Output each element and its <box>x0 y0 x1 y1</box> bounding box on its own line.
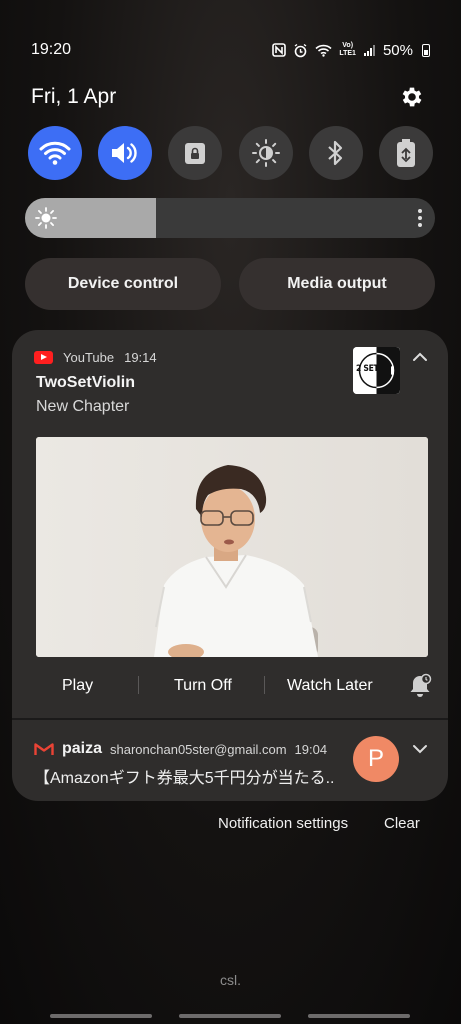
status-time: 19:20 <box>31 41 72 58</box>
snooze-bell-icon[interactable] <box>408 673 432 699</box>
eye-comfort-toggle[interactable] <box>238 126 293 180</box>
status-icons: Vo) LTE1 50% <box>272 42 430 59</box>
youtube-notification[interactable]: YouTube 19:14 TwoSetViolin New Chapter 2… <box>12 330 448 718</box>
sound-icon <box>112 143 137 163</box>
action-separator <box>264 676 265 694</box>
nav-bar-left[interactable] <box>50 1014 152 1018</box>
gmail-notification[interactable]: paiza sharonchan05ster@gmail.com 19:04 【… <box>12 720 448 801</box>
youtube-notification-title: TwoSetViolin <box>36 374 135 391</box>
brightness-slider[interactable] <box>25 198 435 238</box>
brightness-sun-icon <box>35 207 57 229</box>
battery-percent: 50% <box>382 41 413 59</box>
clear-button[interactable]: Clear <box>384 815 420 832</box>
gmail-sender: paiza <box>62 740 103 757</box>
action-separator <box>138 676 139 694</box>
wifi-status-icon <box>315 44 332 57</box>
nav-bar-center[interactable] <box>179 1014 281 1018</box>
channel-avatar: 2 SET <box>353 347 400 394</box>
bluetooth-icon <box>328 140 342 166</box>
youtube-notification-text: New Chapter <box>36 398 130 415</box>
youtube-logo-icon <box>34 351 53 364</box>
youtube-notification-time: 19:14 <box>124 350 157 365</box>
notification-group: YouTube 19:14 TwoSetViolin New Chapter 2… <box>12 330 448 801</box>
lock-rotation-icon <box>185 143 206 164</box>
carrier-label: csl. <box>220 972 241 988</box>
wifi-toggle[interactable] <box>28 126 82 180</box>
gmail-preview-text: 【Amazonギフト券最大5千円分が当たる.. <box>34 770 335 787</box>
video-thumbnail[interactable] <box>36 437 428 657</box>
gmail-header-row: paiza sharonchan05ster@gmail.com 19:04 <box>34 740 327 758</box>
quick-settings-row <box>28 126 433 180</box>
watch-later-action[interactable]: Watch Later <box>287 677 373 695</box>
rotation-lock-toggle[interactable] <box>168 126 223 180</box>
alarm-icon <box>293 43 308 58</box>
eye-comfort-icon <box>251 139 280 167</box>
expand-chevron-icon[interactable] <box>412 744 428 754</box>
gmail-icon <box>34 743 54 755</box>
collapse-chevron-icon[interactable] <box>412 352 428 362</box>
brightness-more-icon[interactable] <box>417 209 423 227</box>
date-row: Fri, 1 Apr <box>31 82 425 112</box>
nav-bar-right[interactable] <box>308 1014 410 1018</box>
device-control-button[interactable]: Device control <box>25 258 221 310</box>
wifi-icon <box>39 141 71 165</box>
bluetooth-toggle[interactable] <box>308 126 363 180</box>
youtube-app-row: YouTube 19:14 <box>34 350 157 365</box>
power-saving-toggle[interactable] <box>378 126 433 180</box>
gmail-time: 19:04 <box>294 741 328 757</box>
date: Fri, 1 Apr <box>31 85 117 108</box>
play-action[interactable]: Play <box>62 677 93 695</box>
gmail-account: sharonchan05ster@gmail.com <box>110 741 287 757</box>
power-saving-icon <box>396 139 415 167</box>
signal-icon <box>363 44 376 57</box>
status-bar: 19:20 Vo) LTE1 50% <box>31 38 430 62</box>
notification-settings-link[interactable]: Notification settings <box>218 815 348 832</box>
media-output-button[interactable]: Media output <box>239 258 435 310</box>
channel-avatar-text: 2 SET <box>356 364 379 374</box>
battery-icon <box>422 43 430 57</box>
turn-off-action[interactable]: Turn Off <box>174 677 232 695</box>
nfc-icon <box>272 43 287 57</box>
sound-toggle[interactable] <box>98 126 153 180</box>
youtube-app-name: YouTube <box>63 350 115 365</box>
settings-gear-icon[interactable] <box>399 84 425 110</box>
volte-icon: Vo) LTE1 <box>339 42 356 57</box>
sender-avatar: P <box>353 736 399 782</box>
